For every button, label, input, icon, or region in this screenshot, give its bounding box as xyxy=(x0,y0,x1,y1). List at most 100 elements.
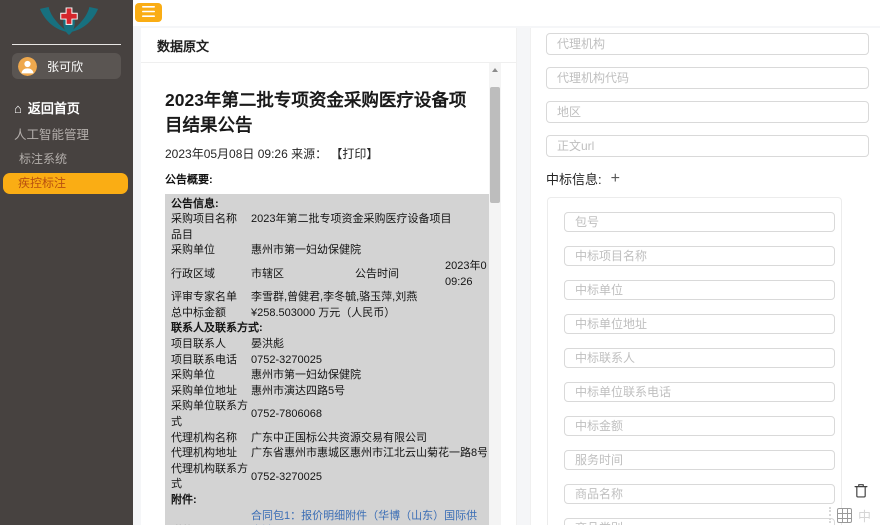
notice-value: 品目 xyxy=(171,228,487,244)
notice-value: 惠州市第一妇幼保健院 xyxy=(251,368,487,384)
notice-value-line: 2023年0 xyxy=(445,259,487,275)
product-category-select[interactable] xyxy=(564,518,835,525)
document-scroll-area[interactable]: 2023年第二批专项资金采购医疗设备项目结果公告 2023年05月08日 09:… xyxy=(141,63,513,525)
sidebar-item-label: 疾控标注 xyxy=(18,176,66,190)
document-panel-header: 数据原文 xyxy=(141,28,516,63)
input-package-no[interactable] xyxy=(564,212,835,232)
notice-label: 采购项目名称 xyxy=(171,212,251,228)
notice-row: 品目 xyxy=(171,228,487,244)
home-icon: ⌂ xyxy=(14,101,22,116)
notice-label: 总中标金额 xyxy=(171,306,251,322)
scroll-up-arrow-icon[interactable] xyxy=(492,68,498,72)
sidebar-item-disease-control-annotation[interactable]: 疾控标注 xyxy=(3,173,128,194)
notice-label: 代理机构联系方式 xyxy=(171,462,251,493)
notice-value: 2023年009:26 xyxy=(445,259,487,290)
annotation-form-panel: 中标信息: + xyxy=(530,28,880,525)
notice-label: 评审专家名单 xyxy=(171,290,251,306)
notice-row: 采购单位惠州市第一妇幼保健院 xyxy=(171,368,487,384)
panel-title: 数据原文 xyxy=(157,36,209,55)
ime-grid-icon[interactable] xyxy=(837,508,852,523)
notice-row: 附件1合同包1：报价明细附件（华博（山东）国际供应链司）.pdf xyxy=(171,509,487,525)
sidebar: 张可欣 ⌂返回首页人工智能管理标注系统疾控标注 xyxy=(0,0,133,525)
trash-icon xyxy=(854,486,868,501)
ime-drag-handle[interactable] xyxy=(829,507,831,523)
sidebar-item-annotation-system[interactable]: 标注系统 xyxy=(0,148,133,170)
notice-value: 2023年第二批专项资金采购医疗设备项目 xyxy=(251,212,487,228)
bid-info-label: 中标信息: xyxy=(546,169,602,188)
input-bid-amount[interactable] xyxy=(564,416,835,436)
notice-value: 广东省惠州市惠城区惠州市江北云山菊花一路8号办 xyxy=(251,446,487,462)
user-avatar-icon xyxy=(18,57,37,76)
attachment-link[interactable]: 合同包1：报价明细附件（华博（山东）国际供应链司）.pdf xyxy=(251,509,487,525)
input-content-url[interactable] xyxy=(546,135,869,157)
user-name: 张可欣 xyxy=(47,58,83,75)
app-logo-icon xyxy=(38,5,100,37)
article-meta: 2023年05月08日 09:26 来源： 【打印】 xyxy=(165,145,513,162)
user-chip[interactable]: 张可欣 xyxy=(12,53,121,79)
notice-value: 0752-3270025 xyxy=(251,470,487,486)
notice-row: 总中标金额¥258.503000 万元（人民币） xyxy=(171,306,487,322)
sidebar-item-home[interactable]: ⌂返回首页 xyxy=(0,96,133,122)
menu-fold-icon xyxy=(142,5,155,20)
article-summary-label: 公告概要: xyxy=(165,171,513,187)
sidebar-menu: ⌂返回首页人工智能管理标注系统疾控标注 xyxy=(0,96,133,194)
notice-section-heading: 公告信息: xyxy=(171,197,487,213)
input-bid-winner[interactable] xyxy=(564,280,835,300)
topbar xyxy=(133,0,880,26)
notice-row: 评审专家名单李雪群,曾健君,李冬毓,骆玉萍,刘燕 xyxy=(171,290,487,306)
input-agency-code[interactable] xyxy=(546,67,869,89)
document-scrollbar[interactable] xyxy=(489,63,501,525)
notice-label: 公告时间 xyxy=(355,267,445,283)
input-agency[interactable] xyxy=(546,33,869,55)
notice-row: 项目联系人晏洪彪 xyxy=(171,337,487,353)
attachment-link-line: 合同包1：报价明细附件（华博（山东）国际供应链 xyxy=(251,509,487,525)
notice-value: 广东中正国标公共资源交易有限公司 xyxy=(251,431,487,447)
article-title: 2023年第二批专项资金采购医疗设备项目结果公告 xyxy=(165,88,477,138)
notice-section-heading: 附件: xyxy=(171,493,487,509)
delete-bid-info-button[interactable] xyxy=(853,483,869,499)
input-bid-contact-phone[interactable] xyxy=(564,382,835,402)
ime-toolbar[interactable]: 中 人 xyxy=(829,506,880,524)
select-product-category[interactable] xyxy=(564,518,835,525)
notice-label: 采购单位 xyxy=(171,243,251,259)
sidebar-item-label: 标注系统 xyxy=(19,152,67,166)
input-bid-contact[interactable] xyxy=(564,348,835,368)
notice-value-line: 09:26 xyxy=(445,275,487,291)
input-bid-project-name[interactable] xyxy=(564,246,835,266)
notice-label: 采购单位 xyxy=(171,368,251,384)
notice-value: 0752-7806068 xyxy=(251,407,487,423)
notice-row: 采购项目名称2023年第二批专项资金采购医疗设备项目 xyxy=(171,212,487,228)
notice-label: 项目联系电话 xyxy=(171,353,251,369)
notice-value: 市辖区 xyxy=(251,267,355,283)
notice-row: 代理机构地址广东省惠州市惠城区惠州市江北云山菊花一路8号办 xyxy=(171,446,487,462)
bid-info-header: 中标信息: + xyxy=(546,169,880,188)
sidebar-divider xyxy=(12,44,121,45)
document-panel: 数据原文 2023年第二批专项资金采购医疗设备项目结果公告 2023年05月08… xyxy=(141,28,517,525)
notice-row: 代理机构联系方式0752-3270025 xyxy=(171,462,487,493)
sidebar-item-label: 人工智能管理 xyxy=(14,128,89,142)
bid-info-group xyxy=(547,197,842,525)
input-region[interactable] xyxy=(546,101,869,123)
notice-label: 行政区域 xyxy=(171,267,251,283)
notice-value: 李雪群,曾健君,李冬毓,骆玉萍,刘燕 xyxy=(251,290,487,306)
notice-row: 采购单位联系方式0752-7806068 xyxy=(171,399,487,430)
notice-row: 采购单位惠州市第一妇幼保健院 xyxy=(171,243,487,259)
notice-label: 项目联系人 xyxy=(171,337,251,353)
sidebar-item-ai-management[interactable]: 人工智能管理 xyxy=(0,122,133,148)
notice-label: 采购单位地址 xyxy=(171,384,251,400)
menu-fold-button[interactable] xyxy=(135,3,162,22)
agency-fields xyxy=(531,28,880,157)
notice-info-table: 公告信息:采购项目名称2023年第二批专项资金采购医疗设备项目品目采购单位惠州市… xyxy=(165,194,489,525)
notice-row: 代理机构名称广东中正国标公共资源交易有限公司 xyxy=(171,431,487,447)
input-service-time[interactable] xyxy=(564,450,835,470)
input-bid-winner-address[interactable] xyxy=(564,314,835,334)
notice-section-heading: 联系人及联系方式: xyxy=(171,321,487,337)
notice-value: 0752-3270025 xyxy=(251,353,487,369)
input-product-name[interactable] xyxy=(564,484,835,504)
notice-value: 惠州市第一妇幼保健院 xyxy=(251,243,487,259)
notice-label: 代理机构名称 xyxy=(171,431,251,447)
scrollbar-thumb[interactable] xyxy=(490,87,500,203)
notice-label: 采购单位联系方式 xyxy=(171,399,251,430)
notice-row: 采购单位地址惠州市演达四路5号 xyxy=(171,384,487,400)
add-bid-info-button[interactable]: + xyxy=(611,171,620,187)
